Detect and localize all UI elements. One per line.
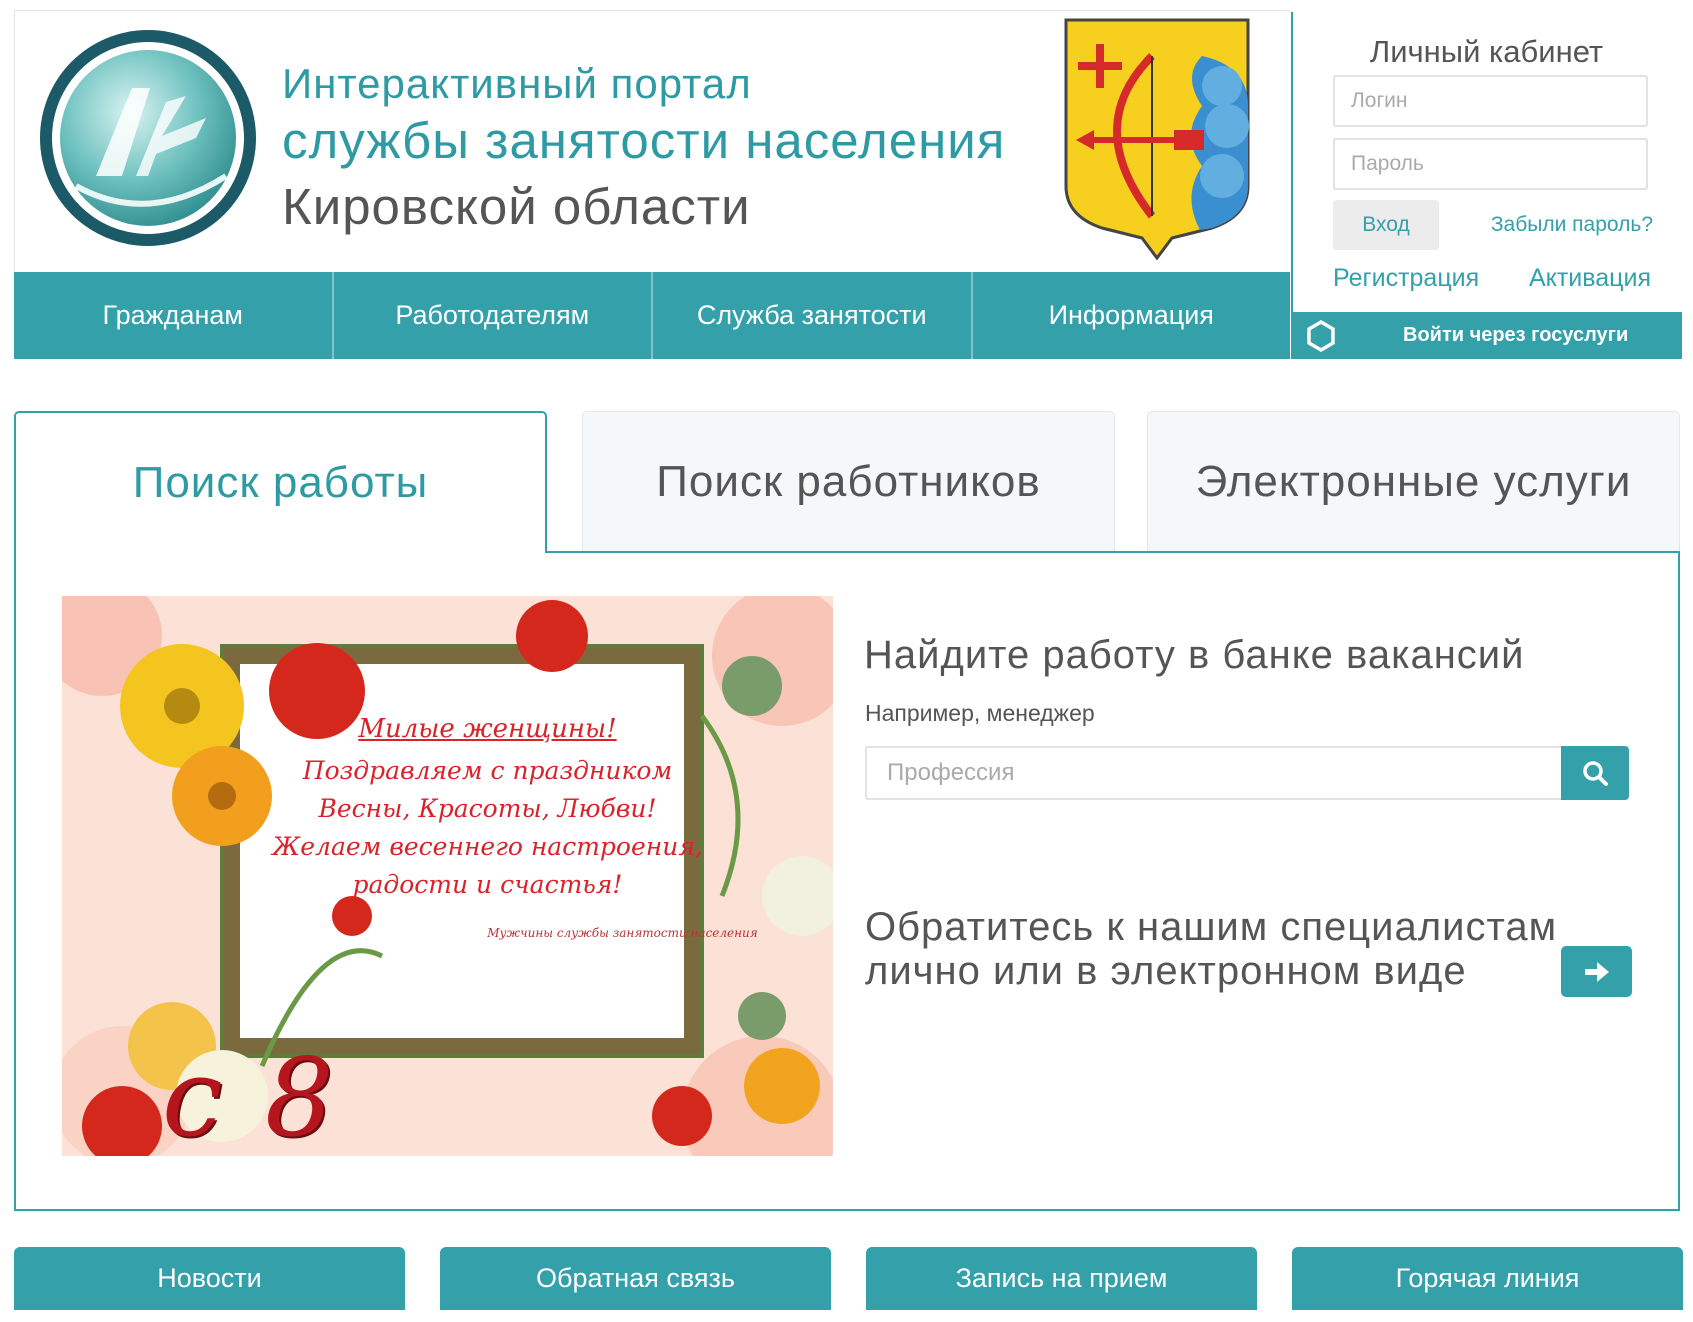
job-search-hint: Например, менеджер [865, 700, 1095, 726]
banner-date: с 8 марта! [162, 1036, 338, 1156]
feedback-button[interactable]: Обратная связь [440, 1247, 831, 1310]
nav-item-employment-service[interactable]: Служба занятости [653, 272, 973, 359]
nav-item-information[interactable]: Информация [973, 272, 1291, 359]
banner-greeting-line: Поздравляем с праздником [302, 756, 673, 785]
march-8-banner[interactable]: Милые женщины! Поздравляем с праздником … [62, 596, 833, 1156]
title-line-3: Кировской области [282, 178, 751, 235]
main-nav: Гражданам Работодателям Служба занятости… [14, 272, 1290, 359]
password-input[interactable] [1333, 138, 1648, 190]
tab-job-search[interactable]: Поиск работы [14, 411, 547, 553]
arrow-right-icon [1584, 961, 1609, 982]
login-panel: Личный кабинет Вход Забыли пароль? Регис… [1291, 12, 1682, 359]
contact-go-button[interactable] [1561, 946, 1632, 997]
tab-worker-search[interactable]: Поиск работников [582, 411, 1115, 551]
portal-logo[interactable] [36, 26, 260, 250]
news-button[interactable]: Новости [14, 1247, 405, 1310]
search-button[interactable] [1561, 746, 1629, 800]
login-input[interactable] [1333, 75, 1648, 127]
tab-content-panel: Милые женщины! Поздравляем с праздником … [14, 551, 1680, 1211]
gosuslugi-login-button[interactable]: Войти через госуслуги [1293, 312, 1682, 359]
contact-text-line-1: Обратитесь к нашим специалистам [865, 905, 1558, 949]
tab-e-services[interactable]: Электронные услуги [1147, 411, 1680, 551]
title-line-2: службы занятости населения [282, 112, 1006, 169]
job-search-title: Найдите работу в банке вакансий [864, 633, 1525, 677]
contact-text-line-2: лично или в электронном виде [865, 949, 1467, 993]
banner-greeting-line: радости и счастья! [352, 870, 623, 899]
gosuslugi-icon [1307, 320, 1335, 352]
coat-of-arms [1062, 16, 1252, 261]
login-button[interactable]: Вход [1333, 200, 1439, 250]
banner-greeting-line: Желаем весеннего настроения, [272, 832, 703, 861]
banner-greeting-line: Весны, Красоты, Любви! [318, 794, 657, 823]
banner-greeting-title: Милые женщины! [358, 714, 617, 744]
search-icon [1583, 761, 1608, 786]
activate-link[interactable]: Активация [1521, 264, 1651, 293]
portal-title: Интерактивный портал службы занятости на… [282, 58, 1005, 242]
title-line-1: Интерактивный портал [282, 60, 752, 107]
banner-signature: Мужчины службы занятости населения [487, 926, 758, 940]
gosuslugi-label: Войти через госуслуги [1403, 324, 1629, 346]
hotline-button[interactable]: Горячая линия [1292, 1247, 1683, 1310]
nav-item-citizens[interactable]: Гражданам [14, 272, 334, 359]
profession-search-input[interactable] [865, 746, 1561, 800]
appointment-button[interactable]: Запись на прием [866, 1247, 1257, 1310]
login-title: Личный кабинет [1369, 34, 1604, 69]
register-link[interactable]: Регистрация [1333, 264, 1479, 293]
nav-item-employers[interactable]: Работодателям [334, 272, 653, 359]
forgot-password-link[interactable]: Забыли пароль? [1485, 213, 1653, 237]
